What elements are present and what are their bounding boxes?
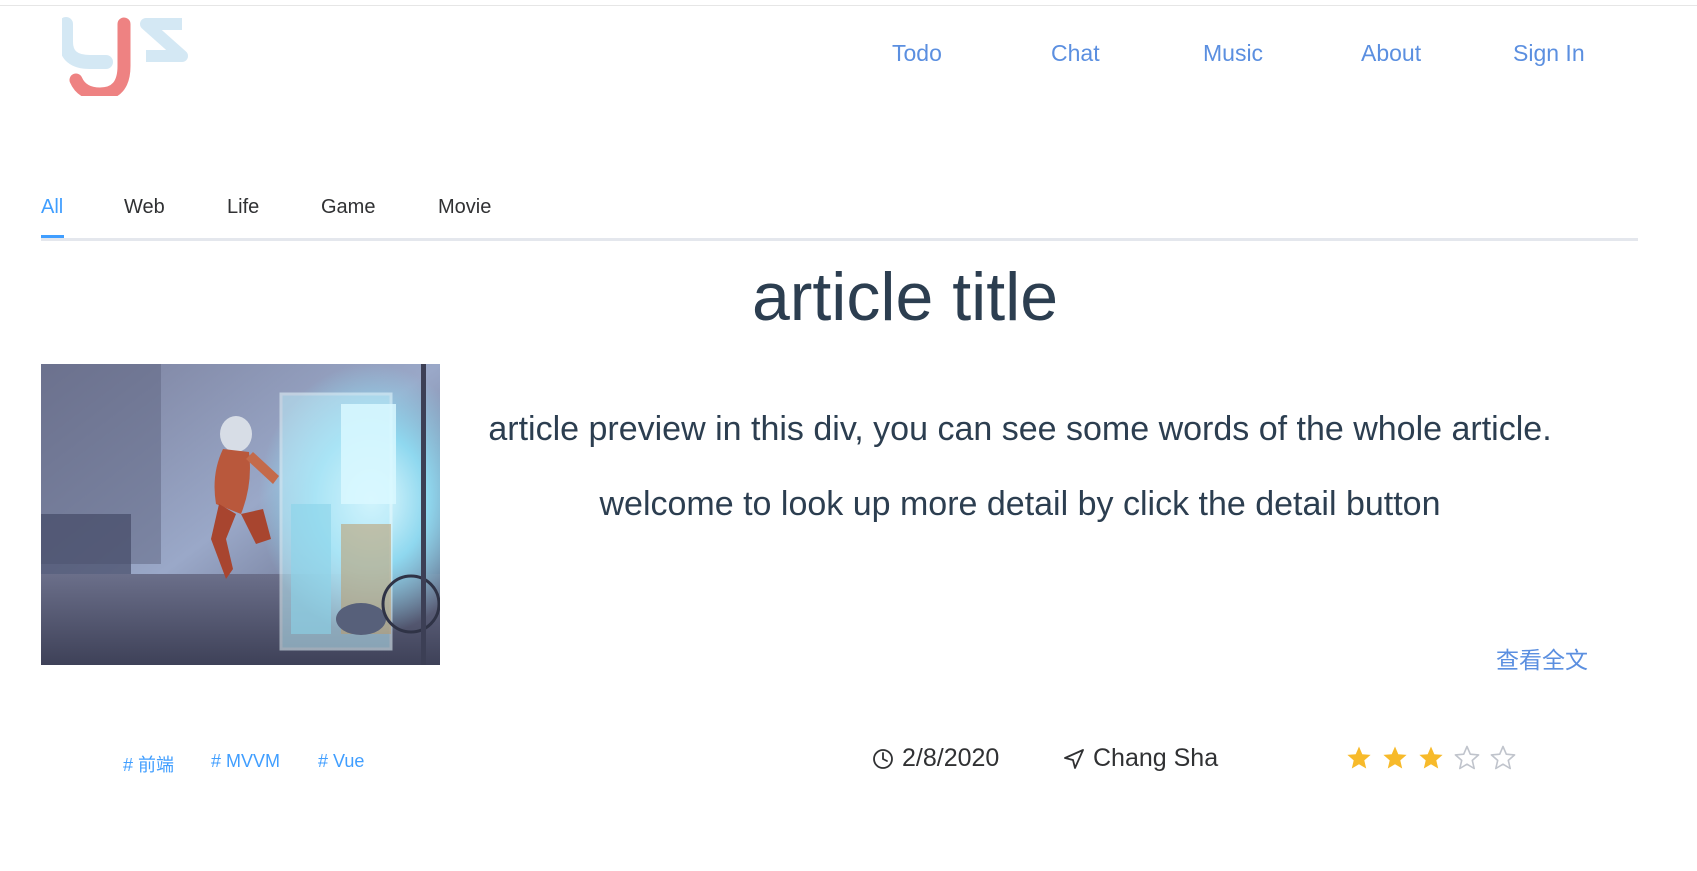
article-location: Chang Sha: [1063, 744, 1218, 773]
article-preview-line-2: welcome to look up more detail by click …: [599, 485, 1441, 523]
star-filled-icon[interactable]: [1346, 745, 1372, 771]
nav-sign-in[interactable]: Sign In: [1513, 40, 1585, 67]
tab-all[interactable]: All: [41, 196, 63, 219]
tag-mvvm[interactable]: # MVVM: [211, 751, 280, 772]
tab-life[interactable]: Life: [227, 196, 259, 219]
read-full-article-link[interactable]: 查看全文: [1496, 641, 1588, 675]
top-divider: [0, 5, 1697, 6]
category-tabs: All Web Life Game Movie: [41, 194, 1638, 241]
tag-frontend[interactable]: # 前端: [123, 751, 174, 777]
tag-vue[interactable]: # Vue: [318, 751, 364, 772]
tab-web[interactable]: Web: [124, 196, 165, 219]
tab-game[interactable]: Game: [321, 196, 375, 219]
top-nav: Todo Chat Music About Sign In: [0, 40, 1697, 72]
star-filled-icon[interactable]: [1418, 745, 1444, 771]
nav-chat[interactable]: Chat: [1051, 40, 1100, 67]
nav-about[interactable]: About: [1361, 40, 1421, 67]
nav-music[interactable]: Music: [1203, 40, 1263, 67]
star-empty-icon[interactable]: [1490, 745, 1516, 771]
article-title: article title: [751, 259, 1059, 335]
nav-todo[interactable]: Todo: [892, 40, 942, 67]
navigation-arrow-icon: [1064, 748, 1084, 769]
location-text: Chang Sha: [1093, 744, 1219, 772]
article-preview-line-1: article preview in this div, you can see…: [488, 410, 1552, 448]
article-date: 2/8/2020: [872, 744, 999, 773]
active-tab-indicator: [41, 235, 64, 238]
star-empty-icon[interactable]: [1454, 745, 1480, 771]
article-image[interactable]: [41, 364, 440, 665]
clock-icon: [873, 748, 893, 769]
star-filled-icon[interactable]: [1382, 745, 1408, 771]
date-text: 2/8/2020: [902, 744, 1000, 772]
tab-movie[interactable]: Movie: [438, 196, 491, 219]
